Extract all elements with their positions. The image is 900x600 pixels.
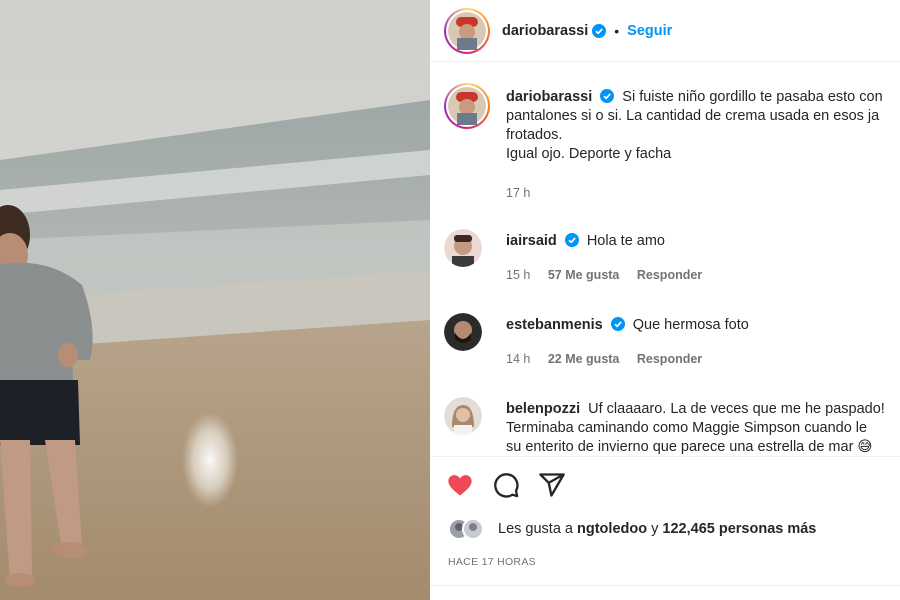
comment-meta: 15 h 57 Me gusta Responder bbox=[506, 268, 716, 282]
comment-row: iairsaid Hola te amo 15 h 57 Me gusta Re… bbox=[444, 229, 900, 289]
posted-time[interactable]: HACE 17 HORAS bbox=[448, 556, 536, 568]
likes-summary: Les gusta a ngtoledoo y 122,465 personas… bbox=[448, 517, 816, 541]
comment-username[interactable]: belenpozzi bbox=[506, 401, 580, 417]
divider bbox=[430, 585, 900, 586]
likes-text: Les gusta a ngtoledoo y 122,465 personas… bbox=[498, 521, 816, 537]
comment-avatar[interactable] bbox=[444, 313, 482, 351]
reply-button[interactable]: Responder bbox=[637, 352, 702, 366]
verified-badge-icon bbox=[564, 233, 579, 247]
follow-button[interactable]: Seguir bbox=[627, 23, 672, 39]
avatar-icon bbox=[444, 397, 482, 435]
comment-time: 14 h bbox=[506, 352, 531, 366]
avatar-icon bbox=[448, 11, 486, 50]
comment-avatar[interactable] bbox=[444, 229, 482, 267]
liker-username[interactable]: ngtoledoo bbox=[577, 521, 647, 537]
comment-icon[interactable] bbox=[492, 471, 520, 499]
separator-dot: • bbox=[614, 22, 620, 39]
caption-row: dariobarassi Si fuiste niño gordillo te … bbox=[444, 83, 900, 203]
caption-text-line: Si fuiste niño gordillo te pasaba esto c… bbox=[622, 89, 883, 105]
share-icon[interactable] bbox=[538, 471, 566, 499]
heart-icon[interactable] bbox=[446, 471, 474, 499]
comment-avatar[interactable] bbox=[444, 397, 482, 435]
likes-count[interactable]: 122,465 personas más bbox=[662, 521, 816, 537]
comment-row: belenpozzi Uf claaaaro. La de veces que … bbox=[444, 397, 900, 455]
comment-likes[interactable]: 22 Me gusta bbox=[548, 352, 620, 366]
comment-likes[interactable]: 57 Me gusta bbox=[548, 268, 620, 282]
likes-joiner: y bbox=[651, 521, 659, 537]
avatar-icon bbox=[448, 87, 486, 125]
author-avatar[interactable] bbox=[444, 7, 490, 54]
avatar-icon bbox=[444, 313, 482, 351]
action-bar bbox=[446, 471, 566, 499]
reply-button[interactable]: Responder bbox=[637, 268, 702, 282]
caption-time: 17 h bbox=[506, 186, 531, 200]
comment-meta: 14 h 22 Me gusta Responder bbox=[506, 352, 716, 366]
caption-meta: 17 h bbox=[506, 186, 544, 200]
comment-username[interactable]: iairsaid bbox=[506, 233, 557, 249]
caption-text-line: frotados. bbox=[506, 127, 563, 143]
comment-text: Hola te amo bbox=[586, 233, 665, 249]
caption-text-line: pantalones si o si. La cantidad de crema… bbox=[506, 108, 880, 124]
comment-time: 15 h bbox=[506, 268, 531, 282]
header-username[interactable]: dariobarassi bbox=[502, 23, 588, 39]
caption-avatar[interactable] bbox=[444, 83, 490, 129]
comment-text: Que hermosa foto bbox=[632, 317, 749, 333]
avatar-icon bbox=[444, 229, 482, 267]
liker-avatars bbox=[448, 518, 484, 540]
comment-text-line: su enterito de invierno que parece una e… bbox=[506, 439, 873, 455]
comment-text-line: Terminaba caminando como Maggie Simpson … bbox=[506, 420, 868, 436]
caption-text-line: Igual ojo. Deporte y facha bbox=[506, 146, 672, 162]
post-photo bbox=[0, 0, 430, 600]
post-header: dariobarassi • Seguir bbox=[430, 0, 900, 62]
comment-username[interactable]: estebanmenis bbox=[506, 317, 603, 333]
verified-badge-icon bbox=[592, 23, 607, 38]
comment-row: estebanmenis Que hermosa foto 14 h 22 Me… bbox=[444, 313, 900, 373]
comments-list[interactable]: dariobarassi Si fuiste niño gordillo te … bbox=[430, 63, 900, 455]
verified-badge-icon bbox=[600, 89, 615, 103]
comment-text-line: Uf claaaaro. La de veces que me he paspa… bbox=[588, 401, 885, 417]
likes-prefix: Les gusta a bbox=[498, 521, 573, 537]
post-actions: Les gusta a ngtoledoo y 122,465 personas… bbox=[430, 456, 900, 596]
beach-photo-image bbox=[0, 0, 430, 600]
post-panel: dariobarassi • Seguir dariobarassi Si fu… bbox=[430, 0, 900, 600]
verified-badge-icon bbox=[610, 317, 625, 331]
caption-username[interactable]: dariobarassi bbox=[506, 89, 592, 105]
